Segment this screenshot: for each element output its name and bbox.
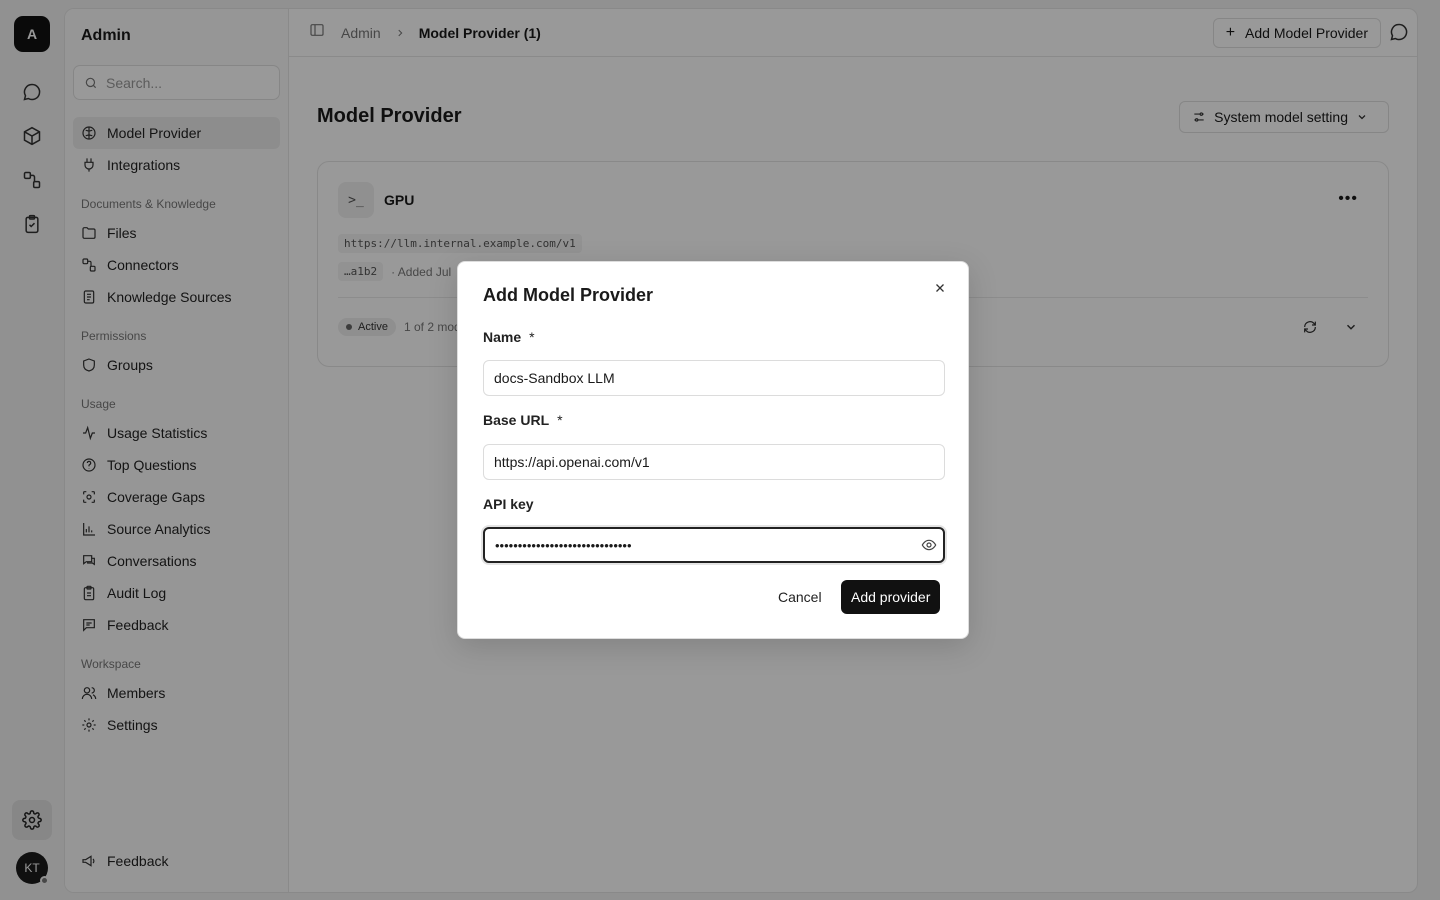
add-model-provider-dialog: Add Model Provider Name * docs-Sandbox LL… xyxy=(457,261,969,639)
name-label: Name * xyxy=(483,329,535,345)
required-mark: * xyxy=(529,329,535,345)
close-icon[interactable] xyxy=(930,278,950,298)
name-field[interactable]: docs-Sandbox LLM xyxy=(483,360,945,396)
base-url-label-text: Base URL xyxy=(483,412,550,428)
required-mark: * xyxy=(557,412,563,428)
api-key-label: API key xyxy=(483,496,534,512)
api-key-field[interactable]: •••••••••••••••••••••••••••••• xyxy=(483,527,945,563)
api-key-field-value: •••••••••••••••••••••••••••••• xyxy=(495,537,632,553)
add-provider-button[interactable]: Add provider xyxy=(841,580,941,614)
cancel-button[interactable]: Cancel xyxy=(768,580,832,614)
base-url-label: Base URL * xyxy=(483,412,563,428)
dialog-title: Add Model Provider xyxy=(483,285,654,305)
base-url-field[interactable]: https://api.openai.com/v1 xyxy=(483,444,945,480)
name-field-value: docs-Sandbox LLM xyxy=(494,370,615,386)
base-url-field-value: https://api.openai.com/v1 xyxy=(494,454,650,470)
name-label-text: Name xyxy=(483,329,522,345)
eye-icon[interactable] xyxy=(921,537,937,556)
